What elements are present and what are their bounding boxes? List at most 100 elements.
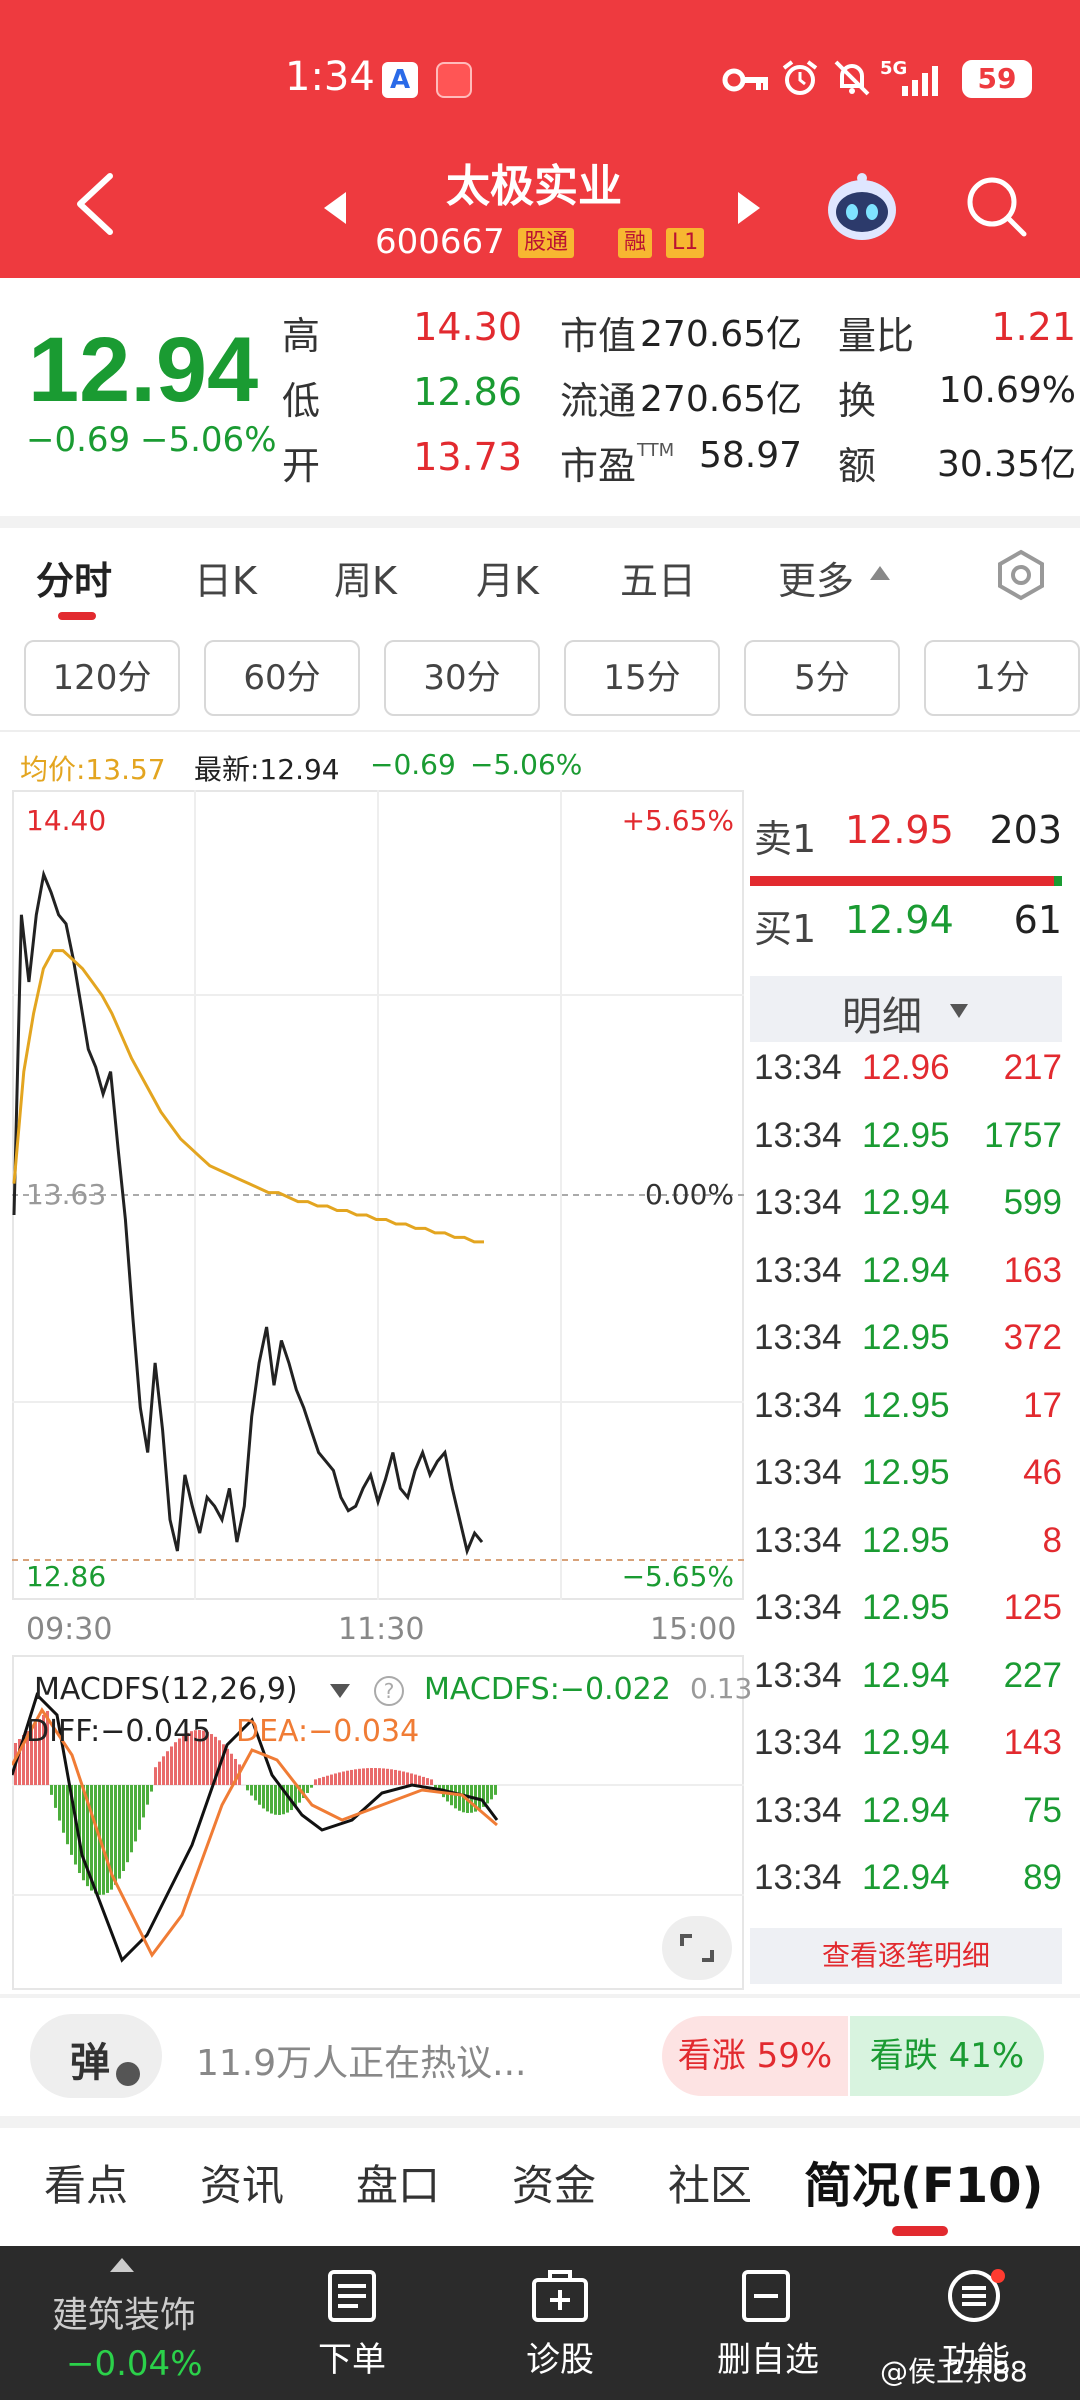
tick-price: 12.94 <box>862 1791 950 1830</box>
tab-month-k[interactable]: 月K <box>476 550 539 605</box>
macd-bar <box>106 1785 109 1893</box>
buy-ratio-bar <box>1054 876 1062 886</box>
remove-watchlist-label[interactable]: 删自选 <box>700 2332 836 2381</box>
buy-sell-ratio-bar <box>750 876 1062 886</box>
tab-highlights[interactable]: 看点 <box>44 2152 128 2213</box>
next-stock-icon[interactable] <box>736 190 762 226</box>
diagnose-label[interactable]: 诊股 <box>508 2332 612 2381</box>
tick-time: 13:34 <box>754 1048 842 1087</box>
tab-more[interactable]: 更多 <box>778 550 854 605</box>
menu-icon[interactable] <box>946 2268 1006 2324</box>
robot-assistant-icon[interactable] <box>822 170 902 246</box>
stock-code: 600667 <box>375 222 505 262</box>
active-tab-indicator <box>58 612 96 620</box>
tab-community[interactable]: 社区 <box>668 2152 752 2213</box>
tick-volume: 1757 <box>984 1116 1062 1155</box>
macd-bar <box>410 1773 413 1785</box>
macd-bar <box>406 1772 409 1785</box>
hk-connect-tag: 股通 <box>518 228 575 258</box>
macd-bar <box>150 1785 153 1792</box>
tick-volume: 599 <box>1003 1183 1062 1222</box>
tick-time: 13:34 <box>754 1318 842 1357</box>
mktcap-value: 270.65亿 <box>640 314 802 355</box>
macd-bar <box>310 1785 313 1788</box>
danmu-button[interactable]: 弹 <box>30 2014 162 2098</box>
sector-name[interactable]: 建筑装饰 <box>52 2286 196 2338</box>
macd-bar <box>66 1785 69 1845</box>
bearish-button[interactable]: 看跌 41% <box>850 2016 1044 2096</box>
last-price: 12.94 <box>28 319 259 421</box>
tab-funds[interactable]: 资金 <box>512 2152 596 2213</box>
macd-bar <box>134 1785 137 1842</box>
tab-f10-profile[interactable]: 简况(F10) <box>804 2146 1043 2216</box>
back-arrow-icon[interactable] <box>72 172 116 236</box>
tick-time: 13:34 <box>754 1858 842 1897</box>
seg-1min[interactable]: 1分 <box>924 640 1080 716</box>
tab-news[interactable]: 资讯 <box>200 2152 284 2213</box>
discussion-count[interactable]: 11.9万人正在热议... <box>196 2034 527 2086</box>
seg-15min[interactable]: 15分 <box>564 640 720 716</box>
divider <box>0 1994 1080 1998</box>
tick-row: 13:34 12.95 46 <box>754 1453 1062 1503</box>
help-icon[interactable]: ? <box>372 1674 406 1708</box>
tab-orderbook[interactable]: 盘口 <box>356 2152 440 2213</box>
tick-price: 12.94 <box>862 1251 950 1290</box>
tick-volume: 125 <box>1003 1588 1062 1627</box>
watermark-text: @侯卫东88 <box>880 2355 1028 2388</box>
bullish-button[interactable]: 看涨 59% <box>662 2016 848 2096</box>
settings-hex-icon[interactable] <box>994 548 1048 602</box>
view-all-ticks-link[interactable]: 查看逐笔明细 <box>750 1928 1062 1984</box>
macd-bar <box>422 1776 425 1785</box>
tick-row: 13:34 12.95 8 <box>754 1521 1062 1571</box>
macd-bar <box>54 1785 57 1808</box>
diagnose-icon[interactable] <box>530 2268 590 2324</box>
seg-5min[interactable]: 5分 <box>744 640 900 716</box>
macd-bar <box>58 1785 61 1821</box>
macd-bar <box>378 1768 381 1785</box>
sell1-label: 卖1 <box>754 817 817 861</box>
fullscreen-button[interactable] <box>662 1916 732 1980</box>
tick-time: 13:34 <box>754 1656 842 1695</box>
macd-bar <box>414 1774 417 1785</box>
macd-bar <box>314 1779 317 1785</box>
tick-row: 13:34 12.94 143 <box>754 1723 1062 1773</box>
tab-minute[interactable]: 分时 <box>36 550 112 605</box>
alarm-icon <box>782 60 818 95</box>
macd-bar <box>362 1768 365 1785</box>
macd-bar <box>266 1785 269 1812</box>
y-bottom-label: 12.86 <box>26 1560 107 1593</box>
danmu-label: 弹 <box>70 2040 110 2086</box>
mute-bell-icon <box>834 60 870 96</box>
svg-text:?: ? <box>384 1679 395 1703</box>
macd-bar <box>434 1785 437 1788</box>
macd-bar <box>366 1768 369 1785</box>
active-bottom-tab-indicator <box>892 2226 948 2236</box>
detail-header[interactable]: 明细 <box>750 976 1062 1042</box>
tick-price: 12.95 <box>862 1521 950 1560</box>
prev-stock-icon[interactable] <box>322 190 348 226</box>
macd-bar <box>326 1775 329 1785</box>
order-doc-icon[interactable] <box>326 2268 378 2324</box>
macd-bar <box>142 1785 145 1818</box>
tab-week-k[interactable]: 周K <box>334 550 397 605</box>
macd-bar <box>394 1769 397 1785</box>
tick-volume: 372 <box>1003 1318 1062 1357</box>
macd-title[interactable]: MACDFS(12,26,9) <box>34 1672 298 1707</box>
macd-bar <box>358 1768 361 1785</box>
macd-bar <box>258 1785 261 1805</box>
tick-price: 12.94 <box>862 1183 950 1222</box>
tab-five-day[interactable]: 五日 <box>620 550 696 605</box>
tick-price: 12.95 <box>862 1116 950 1155</box>
avg-price-label: 均价:13.57 <box>20 753 166 786</box>
macd-bar <box>494 1785 497 1795</box>
detail-title: 明细 <box>842 994 922 1040</box>
seg-120min[interactable]: 120分 <box>24 640 180 716</box>
seg-60min[interactable]: 60分 <box>204 640 360 716</box>
macd-bar <box>454 1785 457 1809</box>
search-icon[interactable] <box>964 174 1028 238</box>
seg-30min[interactable]: 30分 <box>384 640 540 716</box>
tab-day-k[interactable]: 日K <box>194 550 257 605</box>
tick-row: 13:34 12.96 217 <box>754 1048 1062 1098</box>
remove-watchlist-icon[interactable] <box>740 2268 792 2324</box>
order-label[interactable]: 下单 <box>300 2332 404 2381</box>
